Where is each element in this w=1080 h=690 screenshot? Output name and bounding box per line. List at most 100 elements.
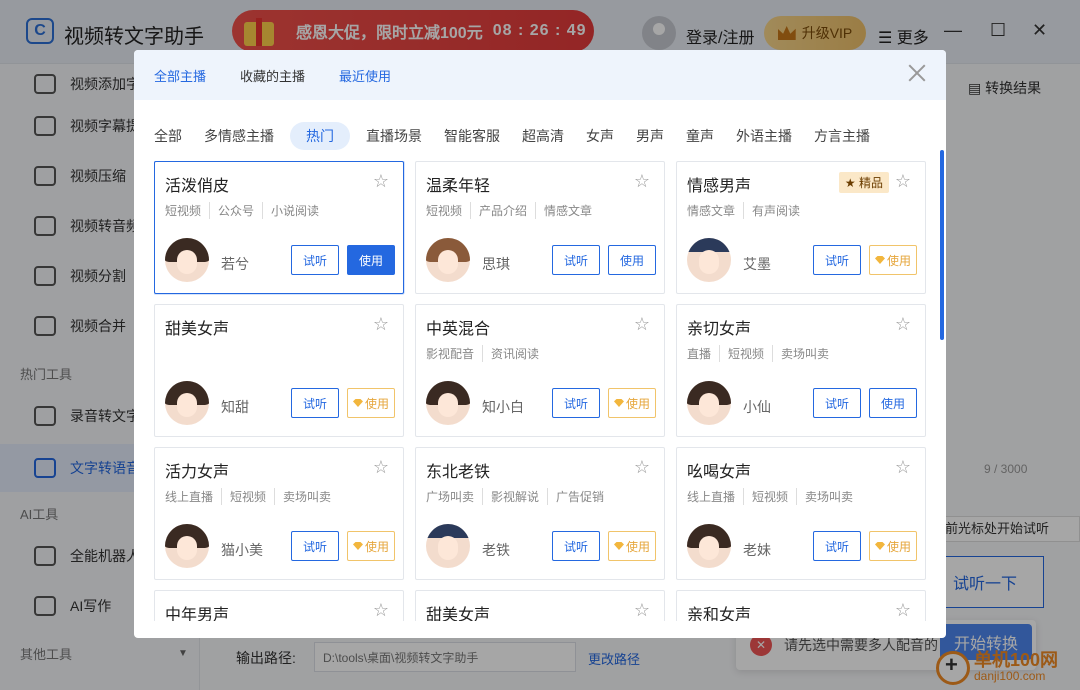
use-voice-button[interactable]: 使用 [869,388,917,418]
voice-tag: 情感文章 [687,202,745,219]
voice-tag: 影视配音 [426,345,484,362]
category-foreign[interactable]: 外语主播 [736,126,792,146]
try-listen-button[interactable]: 试听 [813,531,861,561]
try-listen-button[interactable]: 试听 [813,388,861,418]
tab-all-voices[interactable]: 全部主播 [154,66,206,85]
voice-tags: 短视频 公众号 小说阅读 [165,202,335,219]
try-listen-button[interactable]: 试听 [813,245,861,275]
try-listen-button[interactable]: 试听 [552,388,600,418]
category-bar: 全部 多情感主播 热门 直播场景 智能客服 超高清 女声 男声 童声 外语主播 … [154,122,892,150]
try-listen-button[interactable]: 试听 [291,388,339,418]
voice-card-title: 亲和女声 [687,607,752,621]
star-icon[interactable]: ☆ [634,600,650,621]
category-emotional[interactable]: 多情感主播 [204,126,274,146]
star-icon[interactable]: ☆ [373,171,389,192]
voice-card[interactable]: 温柔年轻 ☆ 短视频 产品介绍 情感文章 思琪 试听 使用 [415,161,665,294]
voice-avatar [687,524,731,568]
voice-avatar [426,524,470,568]
use-voice-button[interactable]: 使用 [347,388,395,418]
voice-card[interactable]: 活泼俏皮 ☆ 短视频 公众号 小说阅读若兮 试听 使用 [154,161,404,294]
voice-tag: 短视频 [728,345,774,362]
star-icon[interactable]: ☆ [373,314,389,335]
voice-tag: 卖场叫卖 [283,490,332,504]
modal-header: 全部主播 收藏的主播 最近使用 [134,50,946,100]
voice-tag: 线上直播 [165,488,223,505]
try-listen-button[interactable]: 试听 [552,245,600,275]
category-child[interactable]: 童声 [686,126,714,146]
voice-name: 艾墨 [743,256,771,272]
voice-name: 老妹 [743,542,771,558]
voice-card-title: 吆喝女声 [687,464,752,481]
voice-card-title: 东北老铁 [426,464,491,481]
voice-card-title: 中英混合 [426,321,491,338]
voice-tag: 产品介绍 [479,202,537,219]
voice-name: 若兮 [221,256,249,272]
voice-avatar [687,381,731,425]
use-voice-button[interactable]: 使用 [347,245,395,275]
category-dialect[interactable]: 方言主播 [814,126,870,146]
voice-tag: 有声阅读 [752,204,801,218]
voice-card[interactable]: 甜美女声 ☆ [415,590,665,621]
try-listen-button[interactable]: 试听 [552,531,600,561]
tab-favorites[interactable]: 收藏的主播 [240,66,305,85]
voice-tags: 线上直播 短视频 卖场叫卖 [165,488,347,505]
star-icon[interactable]: ☆ [895,600,911,621]
voice-tag: 广场叫卖 [426,488,484,505]
use-voice-button[interactable]: 使用 [608,531,656,561]
voice-avatar [165,238,209,282]
category-hot[interactable]: 热门 [290,122,350,150]
voice-card-title: 情感男声 [687,178,752,195]
voice-tag: 公众号 [218,202,264,219]
voice-card-title: 亲切女声 [687,321,752,338]
voice-tag: 线上直播 [687,488,745,505]
use-voice-button[interactable]: 使用 [869,245,917,275]
voice-avatar [426,238,470,282]
category-live[interactable]: 直播场景 [366,126,422,146]
voice-card[interactable]: 中英混合 ☆ 影视配音 资讯阅读 知小白 试听 使用 [415,304,665,437]
voice-tag: 卖场叫卖 [805,490,854,504]
voice-card[interactable]: 中年男声 ☆ [154,590,404,621]
close-icon[interactable] [906,62,928,84]
category-service[interactable]: 智能客服 [444,126,500,146]
scrollbar[interactable] [940,150,944,340]
voice-card[interactable]: 情感男声 ☆ ★ 精品情感文章 有声阅读艾墨 试听 使用 [676,161,926,294]
voice-name: 猫小美 [221,542,263,558]
voice-card[interactable]: 活力女声 ☆ 线上直播 短视频 卖场叫卖 猫小美 试听 使用 [154,447,404,580]
voice-card[interactable]: 亲和女声 ☆ [676,590,926,621]
voice-name: 知甜 [221,399,249,415]
premium-badge: ★ 精品 [838,172,889,193]
star-icon[interactable]: ☆ [895,314,911,335]
use-voice-button[interactable]: 使用 [608,245,656,275]
voice-card[interactable]: 甜美女声 ☆ 知甜 试听 使用 [154,304,404,437]
star-icon[interactable]: ☆ [634,314,650,335]
use-voice-button[interactable]: 使用 [347,531,395,561]
star-icon[interactable]: ☆ [634,171,650,192]
voice-name: 老铁 [482,542,510,558]
voice-card[interactable]: 东北老铁 ☆ 广场叫卖 影视解说 广告促销老铁 试听 使用 [415,447,665,580]
voice-card-title: 温柔年轻 [426,178,491,195]
voice-tag: 情感文章 [544,204,593,218]
star-icon[interactable]: ☆ [634,457,650,478]
use-voice-button[interactable]: 使用 [869,531,917,561]
voice-card-title: 活泼俏皮 [165,178,230,195]
voice-tags: 影视配音 资讯阅读 [426,345,555,362]
star-icon[interactable]: ☆ [895,171,911,192]
category-female[interactable]: 女声 [586,126,614,146]
voice-card[interactable]: 亲切女声 ☆ 直播 短视频 卖场叫卖 小仙 试听 使用 [676,304,926,437]
use-voice-button[interactable]: 使用 [608,388,656,418]
category-male[interactable]: 男声 [636,126,664,146]
voice-tags: 广场叫卖 影视解说 广告促销 [426,488,620,505]
voice-tag: 短视频 [752,488,798,505]
tab-recent[interactable]: 最近使用 [339,66,391,85]
star-icon[interactable]: ☆ [895,457,911,478]
category-hd[interactable]: 超高清 [522,126,564,146]
voice-tag: 资讯阅读 [491,347,540,361]
voice-tag: 短视频 [426,202,472,219]
star-icon[interactable]: ☆ [373,600,389,621]
try-listen-button[interactable]: 试听 [291,245,339,275]
try-listen-button[interactable]: 试听 [291,531,339,561]
star-icon[interactable]: ☆ [373,457,389,478]
category-all[interactable]: 全部 [154,126,182,146]
voice-name: 小仙 [743,399,771,415]
voice-card[interactable]: 吆喝女声 ☆ 线上直播 短视频 卖场叫卖老妹 试听 使用 [676,447,926,580]
